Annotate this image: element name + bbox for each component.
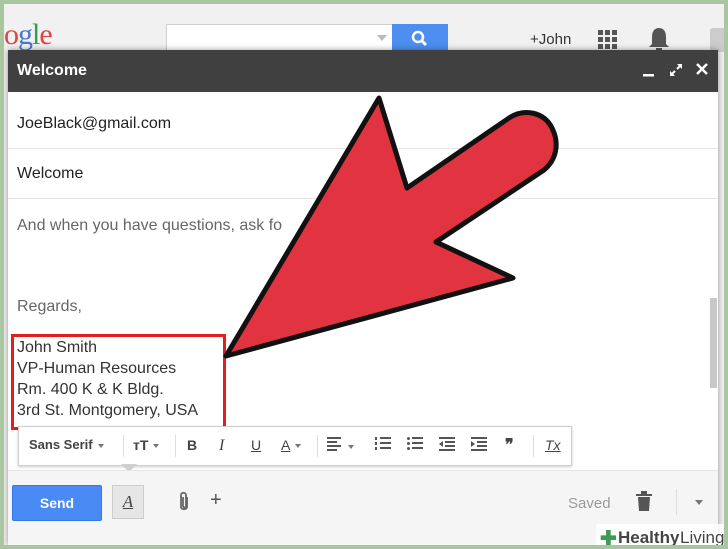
screenshot-frame: ogle +John Welcome JoeBlack@gmail.com We… xyxy=(4,4,724,545)
plus-logo-icon: ✚ xyxy=(600,528,617,545)
watermark-brand-regular: Living xyxy=(680,528,724,545)
healthy-living-watermark: ✚ Healthy Living xyxy=(596,524,724,545)
watermark-brand-bold: Healthy xyxy=(618,528,680,545)
arrow-annotation xyxy=(223,95,559,359)
